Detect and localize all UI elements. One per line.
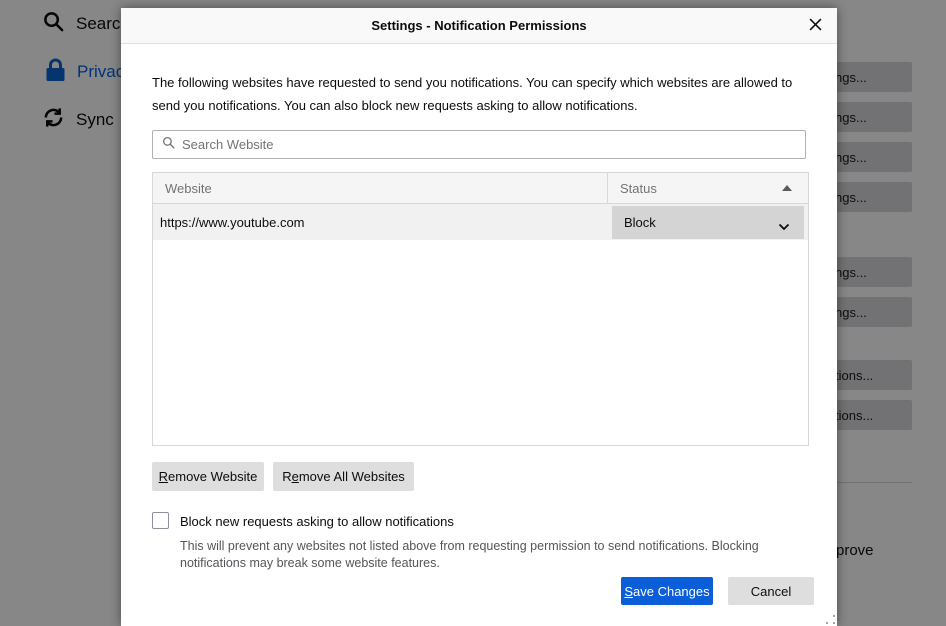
close-icon bbox=[809, 18, 822, 34]
table-row[interactable]: https://www.youtube.com Block bbox=[153, 204, 808, 240]
table-header-row: Website Status bbox=[153, 173, 808, 204]
block-new-requests-label[interactable]: Block new requests asking to allow notif… bbox=[180, 512, 454, 529]
block-new-requests-checkbox[interactable] bbox=[152, 512, 169, 529]
dialog-title: Settings - Notification Permissions bbox=[371, 18, 586, 33]
search-website-box bbox=[152, 130, 806, 159]
block-new-requests-row: Block new requests asking to allow notif… bbox=[152, 512, 454, 529]
dialog-titlebar: Settings - Notification Permissions bbox=[121, 8, 837, 44]
notification-permissions-dialog: Settings - Notification Permissions The … bbox=[121, 8, 837, 626]
sort-ascending-icon bbox=[782, 185, 792, 191]
column-header-website[interactable]: Website bbox=[153, 173, 608, 203]
column-header-status[interactable]: Status bbox=[608, 173, 808, 203]
search-icon bbox=[162, 136, 175, 154]
status-dropdown[interactable]: Block bbox=[612, 206, 804, 239]
checkbox-fine-print: This will prevent any websites not liste… bbox=[180, 538, 816, 571]
dialog-description: The following websites have requested to… bbox=[152, 72, 814, 118]
cancel-button[interactable]: Cancel bbox=[728, 577, 814, 605]
permissions-table: Website Status https://www.youtube.com B… bbox=[152, 172, 809, 446]
status-dropdown-value: Block bbox=[624, 215, 656, 230]
resize-grip[interactable] bbox=[826, 615, 835, 624]
search-website-input[interactable] bbox=[182, 131, 805, 158]
remove-website-button[interactable]: Remove Website bbox=[152, 462, 264, 491]
save-changes-button[interactable]: Save Changes bbox=[621, 577, 713, 605]
close-button[interactable] bbox=[801, 12, 829, 40]
remove-all-websites-button[interactable]: Remove All Websites bbox=[273, 462, 414, 491]
website-cell: https://www.youtube.com bbox=[153, 215, 608, 230]
